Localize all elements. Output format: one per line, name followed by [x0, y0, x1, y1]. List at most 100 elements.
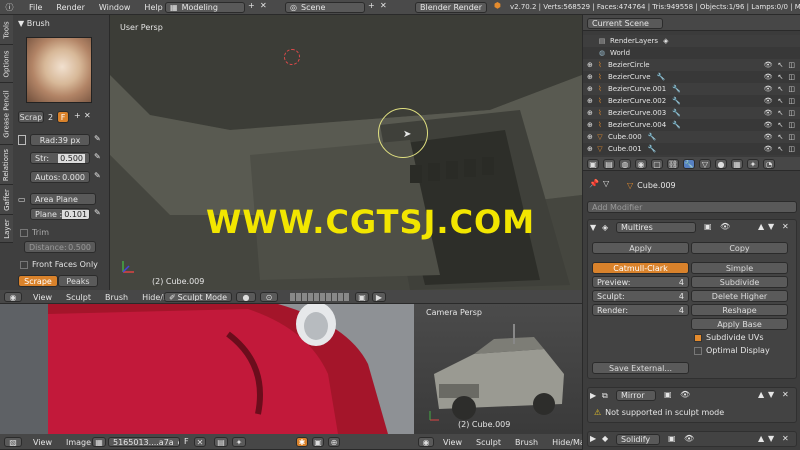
- layout-selector[interactable]: ▦ Modeling: [165, 2, 245, 13]
- radius-pressure-icon[interactable]: ✎: [94, 134, 101, 143]
- camera-menu-sculpt[interactable]: Sculpt: [469, 438, 508, 447]
- layout-close-icon[interactable]: ✕: [260, 1, 267, 10]
- brush-unlink-icon[interactable]: ✕: [84, 111, 91, 120]
- render-tab-icon[interactable]: ▣: [587, 159, 599, 169]
- mirror-collapse-icon[interactable]: ▶: [590, 391, 596, 400]
- plane-mode-dropdown[interactable]: Area Plane: [30, 193, 96, 205]
- select-arrow-icon[interactable]: ↖: [778, 133, 784, 141]
- expand-icon[interactable]: ⊕: [587, 133, 595, 141]
- list-item[interactable]: ▤ RenderLayers ◈: [583, 35, 800, 47]
- world-tab-icon[interactable]: ◉: [635, 159, 647, 169]
- trim-checkbox[interactable]: Trim: [20, 228, 49, 237]
- mirror-move-up-icon[interactable]: ▲: [758, 390, 764, 399]
- autosmooth-field[interactable]: Autos: 0.000: [30, 171, 90, 183]
- menu-brush[interactable]: Brush: [98, 293, 135, 302]
- expand-icon[interactable]: ⊕: [587, 73, 595, 81]
- scene-add-icon[interactable]: +: [368, 1, 375, 10]
- image-snap-icon[interactable]: ⊕: [328, 437, 340, 447]
- expand-icon[interactable]: ⊕: [587, 145, 595, 153]
- info-editor-icon[interactable]: ⓘ: [4, 2, 16, 13]
- image-channels-icon[interactable]: ▤: [214, 437, 228, 447]
- menu-image-view[interactable]: View: [26, 438, 59, 447]
- solidify-viewport-toggle-icon[interactable]: 👁: [684, 434, 694, 443]
- render-camera-icon[interactable]: ◫: [788, 145, 795, 153]
- list-item[interactable]: ⊕ ⌇ BezierCurve.003 🔧 👁 ↖ ◫: [583, 107, 800, 119]
- tab-grease-pencil[interactable]: Grease Pencil: [0, 83, 13, 145]
- scrape-button[interactable]: Scrape: [18, 275, 58, 287]
- brush-name-field[interactable]: Scrap: [18, 111, 44, 123]
- visibility-eye-icon[interactable]: 👁: [764, 61, 773, 69]
- preview-levels-field[interactable]: Preview: 4: [592, 276, 689, 288]
- select-arrow-icon[interactable]: ↖: [778, 109, 784, 117]
- tab-options[interactable]: Options: [0, 45, 13, 83]
- pivot-icon[interactable]: ⊙: [260, 292, 278, 302]
- radius-field[interactable]: Rad:39 px: [30, 134, 90, 146]
- catmull-clark-button[interactable]: Catmull-Clark: [592, 262, 689, 274]
- constraints-tab-icon[interactable]: ⛓: [667, 159, 679, 169]
- expand-icon[interactable]: ⊕: [587, 61, 595, 69]
- pin-icon[interactable]: 📌: [589, 179, 599, 188]
- multires-remove-icon[interactable]: ✕: [782, 222, 789, 231]
- subdivide-button[interactable]: Subdivide: [691, 276, 788, 288]
- menu-view[interactable]: View: [26, 293, 59, 302]
- strength-field[interactable]: Str: 0.500: [30, 152, 90, 164]
- particles-tab-icon[interactable]: ✦: [747, 159, 759, 169]
- list-item[interactable]: ⊕ ⌇ BezierCircle 👁 ↖ ◫: [583, 59, 800, 71]
- mode-selector[interactable]: ✐ Sculpt Mode: [164, 292, 232, 302]
- list-item[interactable]: ⊕ ⌇ BezierCurve.002 🔧 👁 ↖ ◫: [583, 95, 800, 107]
- list-item[interactable]: ⊕ ⌇ BezierCurve.004 🔧 👁 ↖ ◫: [583, 119, 800, 131]
- menu-render[interactable]: Render: [49, 3, 91, 12]
- image-editor-type-icon[interactable]: ▧: [4, 437, 22, 447]
- strength-pressure-icon[interactable]: ✎: [94, 152, 101, 161]
- multires-move-up-icon[interactable]: ▲: [758, 222, 764, 231]
- image-name-field[interactable]: 5165013....a7a_o.jpg: [108, 437, 180, 447]
- list-item[interactable]: ⊕ ⌇ BezierCurve.001 🔧 👁 ↖ ◫: [583, 83, 800, 95]
- modifiers-tab-icon[interactable]: 🔧: [683, 159, 695, 169]
- peaks-button[interactable]: Peaks: [58, 275, 98, 287]
- mirror-render-toggle-icon[interactable]: ▣: [664, 390, 672, 399]
- render-camera-icon[interactable]: ◫: [788, 73, 795, 81]
- brush-fake-user-button[interactable]: F: [57, 111, 69, 123]
- render-engine-selector[interactable]: Blender Render: [415, 2, 487, 13]
- reshape-button[interactable]: Reshape: [691, 304, 788, 316]
- select-arrow-icon[interactable]: ↖: [778, 121, 784, 129]
- visibility-eye-icon[interactable]: 👁: [764, 145, 773, 153]
- mirror-move-down-icon[interactable]: ▼: [768, 390, 774, 399]
- mirror-name-field[interactable]: Mirror: [616, 390, 656, 401]
- autosmooth-pressure-icon[interactable]: ✎: [94, 171, 101, 180]
- select-arrow-icon[interactable]: ↖: [778, 97, 784, 105]
- expand-icon[interactable]: ⊕: [587, 85, 595, 93]
- image-sticky-icon[interactable]: ▣: [312, 437, 324, 447]
- expand-icon[interactable]: ⊕: [587, 121, 595, 129]
- tab-layer[interactable]: Layer: [0, 215, 13, 243]
- list-item[interactable]: ⊕ ▽ Cube.001 🔧 👁 ↖ ◫: [583, 143, 800, 155]
- select-arrow-icon[interactable]: ↖: [778, 85, 784, 93]
- scene-close-icon[interactable]: ✕: [380, 1, 387, 10]
- select-arrow-icon[interactable]: ↖: [778, 145, 784, 153]
- select-arrow-icon[interactable]: ↖: [778, 73, 784, 81]
- scene-tab-icon[interactable]: ◍: [619, 159, 631, 169]
- delete-higher-button[interactable]: Delete Higher: [691, 290, 788, 302]
- expand-icon[interactable]: ⊕: [587, 97, 595, 105]
- tab-relations[interactable]: Relations: [0, 145, 13, 185]
- menu-sculpt[interactable]: Sculpt: [59, 293, 98, 302]
- render-camera-icon[interactable]: ◫: [788, 109, 795, 117]
- image-browse-icon[interactable]: ▦: [92, 437, 106, 447]
- tab-gaffer[interactable]: Gaffer: [0, 185, 13, 215]
- add-modifier-dropdown[interactable]: Add Modifier: [587, 201, 797, 213]
- layer-buttons[interactable]: [290, 293, 350, 301]
- render-preview-icon[interactable]: ▣: [355, 292, 369, 302]
- render-levels-field[interactable]: Render: 4: [592, 304, 689, 316]
- editor-type-icon[interactable]: ◉: [4, 292, 22, 302]
- menu-window[interactable]: Window: [92, 3, 138, 12]
- solidify-render-toggle-icon[interactable]: ▣: [668, 434, 676, 443]
- object-tab-icon[interactable]: ▢: [651, 159, 663, 169]
- multires-move-down-icon[interactable]: ▼: [768, 222, 774, 231]
- front-faces-checkbox[interactable]: Front Faces Only: [20, 260, 98, 269]
- solidify-move-up-icon[interactable]: ▲: [758, 434, 764, 443]
- simple-button[interactable]: Simple: [691, 262, 788, 274]
- camera-icon[interactable]: ▶: [372, 292, 386, 302]
- texture-tab-icon[interactable]: ▦: [731, 159, 743, 169]
- multires-collapse-icon[interactable]: ▼: [590, 223, 596, 232]
- visibility-eye-icon[interactable]: 👁: [764, 121, 773, 129]
